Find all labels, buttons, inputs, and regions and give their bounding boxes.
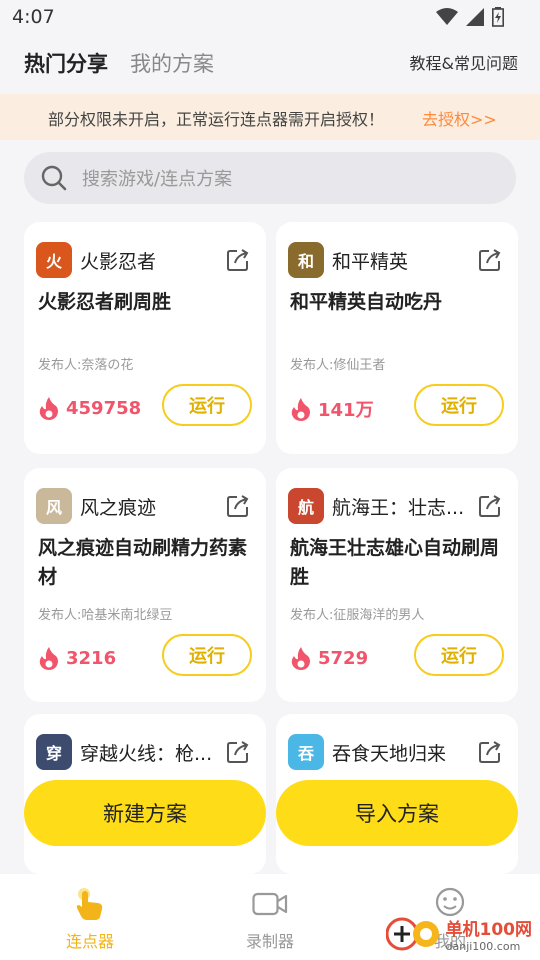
flame-icon — [291, 647, 310, 670]
battery-icon — [492, 7, 504, 27]
new-plan-button[interactable]: 新建方案 — [24, 780, 266, 846]
game-name: 航海王：壮志... — [332, 496, 465, 519]
plan-card[interactable]: 航 航海王：壮志... 航海王壮志雄心自动刷周胜 发布人:征服海洋的男人 572… — [276, 468, 518, 702]
share-icon[interactable] — [478, 740, 502, 764]
wifi-icon — [436, 8, 458, 25]
plan-title: 和平精英自动吃丹 — [290, 291, 443, 313]
run-button[interactable]: 运行 — [414, 634, 504, 676]
plan-card[interactable]: 火 火影忍者 火影忍者刷周胜 发布人:奈落の花 459758 运行 — [24, 222, 266, 454]
share-icon[interactable] — [226, 248, 250, 272]
publisher: 发布人:哈基米南北绿豆 — [38, 608, 173, 623]
run-button[interactable]: 运行 — [414, 384, 504, 426]
plan-card[interactable]: 和 和平精英 和平精英自动吃丹 发布人:修仙王者 141万 运行 — [276, 222, 518, 454]
publisher: 发布人:征服海洋的男人 — [290, 608, 425, 623]
search-input[interactable] — [80, 160, 504, 198]
nav-item-recorder[interactable]: 录制器 — [180, 874, 360, 960]
game-icon: 和 — [288, 242, 324, 278]
watermark-url: danji100.com — [445, 940, 521, 953]
search-icon — [41, 165, 67, 191]
import-plan-button[interactable]: 导入方案 — [276, 780, 518, 846]
top-header: 热门分享 我的方案 教程&常见问题 — [0, 36, 540, 94]
game-icon: 火 — [36, 242, 72, 278]
share-icon[interactable] — [478, 248, 502, 272]
signal-icon — [466, 8, 484, 26]
flame-icon — [291, 398, 310, 421]
tap-hand-icon — [76, 888, 103, 920]
game-name: 和平精英 — [332, 250, 409, 273]
run-button[interactable]: 运行 — [162, 384, 252, 426]
run-button[interactable]: 运行 — [162, 634, 252, 676]
publisher: 发布人:修仙王者 — [290, 358, 386, 373]
game-icon: 航 — [288, 488, 324, 524]
tab-my-plans[interactable]: 我的方案 — [130, 48, 214, 78]
game-name: 穿越火线：枪... — [80, 742, 213, 765]
heat-count: 141万 — [318, 400, 374, 421]
watermark-title: 单机100网 — [445, 920, 533, 940]
search-bar[interactable] — [24, 152, 516, 204]
heat-count: 459758 — [66, 397, 142, 419]
game-name: 吞食天地归来 — [332, 742, 447, 765]
game-name: 火影忍者 — [80, 250, 157, 273]
share-icon[interactable] — [478, 494, 502, 518]
share-icon[interactable] — [226, 740, 250, 764]
status-time: 4:07 — [12, 6, 55, 28]
game-icon: 穿 — [36, 734, 72, 770]
flame-icon — [39, 647, 58, 670]
watermark-logo-icon — [385, 917, 439, 951]
plan-title: 风之痕迹自动刷精力药素材 — [38, 537, 248, 588]
plan-card[interactable]: 风 风之痕迹 风之痕迹自动刷精力药素材 发布人:哈基米南北绿豆 3216 运行 — [24, 468, 266, 702]
authorize-link[interactable]: 去授权>> — [422, 106, 497, 130]
permission-notice: 部分权限未开启，正常运行连点器需开启授权！ 去授权>> — [0, 94, 540, 140]
game-name: 风之痕迹 — [80, 496, 157, 519]
heat-count: 5729 — [318, 647, 369, 669]
status-bar: 4:07 — [0, 0, 540, 36]
plan-title: 航海王壮志雄心自动刷周胜 — [290, 537, 500, 588]
game-icon: 风 — [36, 488, 72, 524]
plan-title: 火影忍者刷周胜 — [38, 291, 172, 313]
help-link[interactable]: 教程&常见问题 — [410, 50, 518, 74]
tab-hot-share[interactable]: 热门分享 — [24, 48, 108, 78]
share-icon[interactable] — [226, 494, 250, 518]
flame-icon — [39, 397, 58, 420]
nav-label-clicker: 连点器 — [65, 932, 114, 951]
notice-text: 部分权限未开启，正常运行连点器需开启授权！ — [48, 110, 385, 129]
game-icon: 吞 — [288, 734, 324, 770]
video-camera-icon — [252, 892, 288, 916]
nav-item-clicker[interactable]: 连点器 — [0, 874, 180, 960]
status-icons — [436, 7, 504, 27]
site-watermark: 单机100网 danji100.com — [385, 914, 533, 954]
nav-label-recorder: 录制器 — [245, 932, 294, 951]
heat-count: 3216 — [66, 647, 117, 669]
publisher: 发布人:奈落の花 — [38, 358, 134, 373]
